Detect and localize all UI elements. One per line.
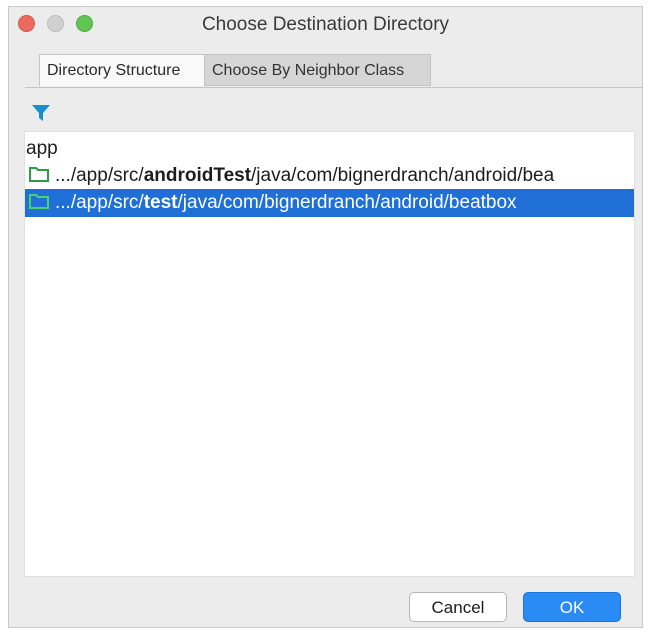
tree-item-path-suffix: /java/com/bignerdranch/android/beatbox: [177, 192, 517, 213]
tree-root-label: app: [26, 138, 58, 159]
tree-item-path-highlight: androidTest: [143, 165, 252, 186]
dialog-window: Choose Destination Directory Directory S…: [8, 6, 643, 628]
tab-divider: [25, 87, 643, 88]
tree-item-androidtest[interactable]: .../app/src/androidTest/java/com/bignerd…: [25, 162, 634, 190]
dialog-title: Choose Destination Directory: [201, 14, 450, 35]
title-bar: Choose Destination Directory: [9, 7, 642, 41]
ok-button[interactable]: OK: [523, 592, 621, 622]
tree-item-path-prefix: .../app/src/: [55, 165, 144, 186]
tab-bar: Directory Structure Choose By Neighbor C…: [39, 54, 431, 86]
tree-item-path-suffix: /java/com/bignerdranch/android/bea: [251, 165, 555, 186]
tree-item-path-prefix: .../app/src/: [55, 192, 144, 213]
filter-icon[interactable]: [30, 102, 52, 124]
tree-item-path-highlight: test: [143, 192, 178, 213]
folder-icon: [29, 194, 49, 210]
cancel-button[interactable]: Cancel: [409, 592, 507, 622]
directory-tree[interactable]: app .../app/src/androidTest/java/com/big…: [24, 131, 635, 577]
tree-item-test[interactable]: .../app/src/test/java/com/bignerdranch/a…: [25, 189, 634, 217]
tab-directory-structure[interactable]: Directory Structure: [39, 54, 205, 86]
tab-choose-by-neighbor-class[interactable]: Choose By Neighbor Class: [205, 54, 431, 86]
tree-root-item[interactable]: app: [26, 135, 634, 163]
folder-icon: [29, 167, 49, 183]
